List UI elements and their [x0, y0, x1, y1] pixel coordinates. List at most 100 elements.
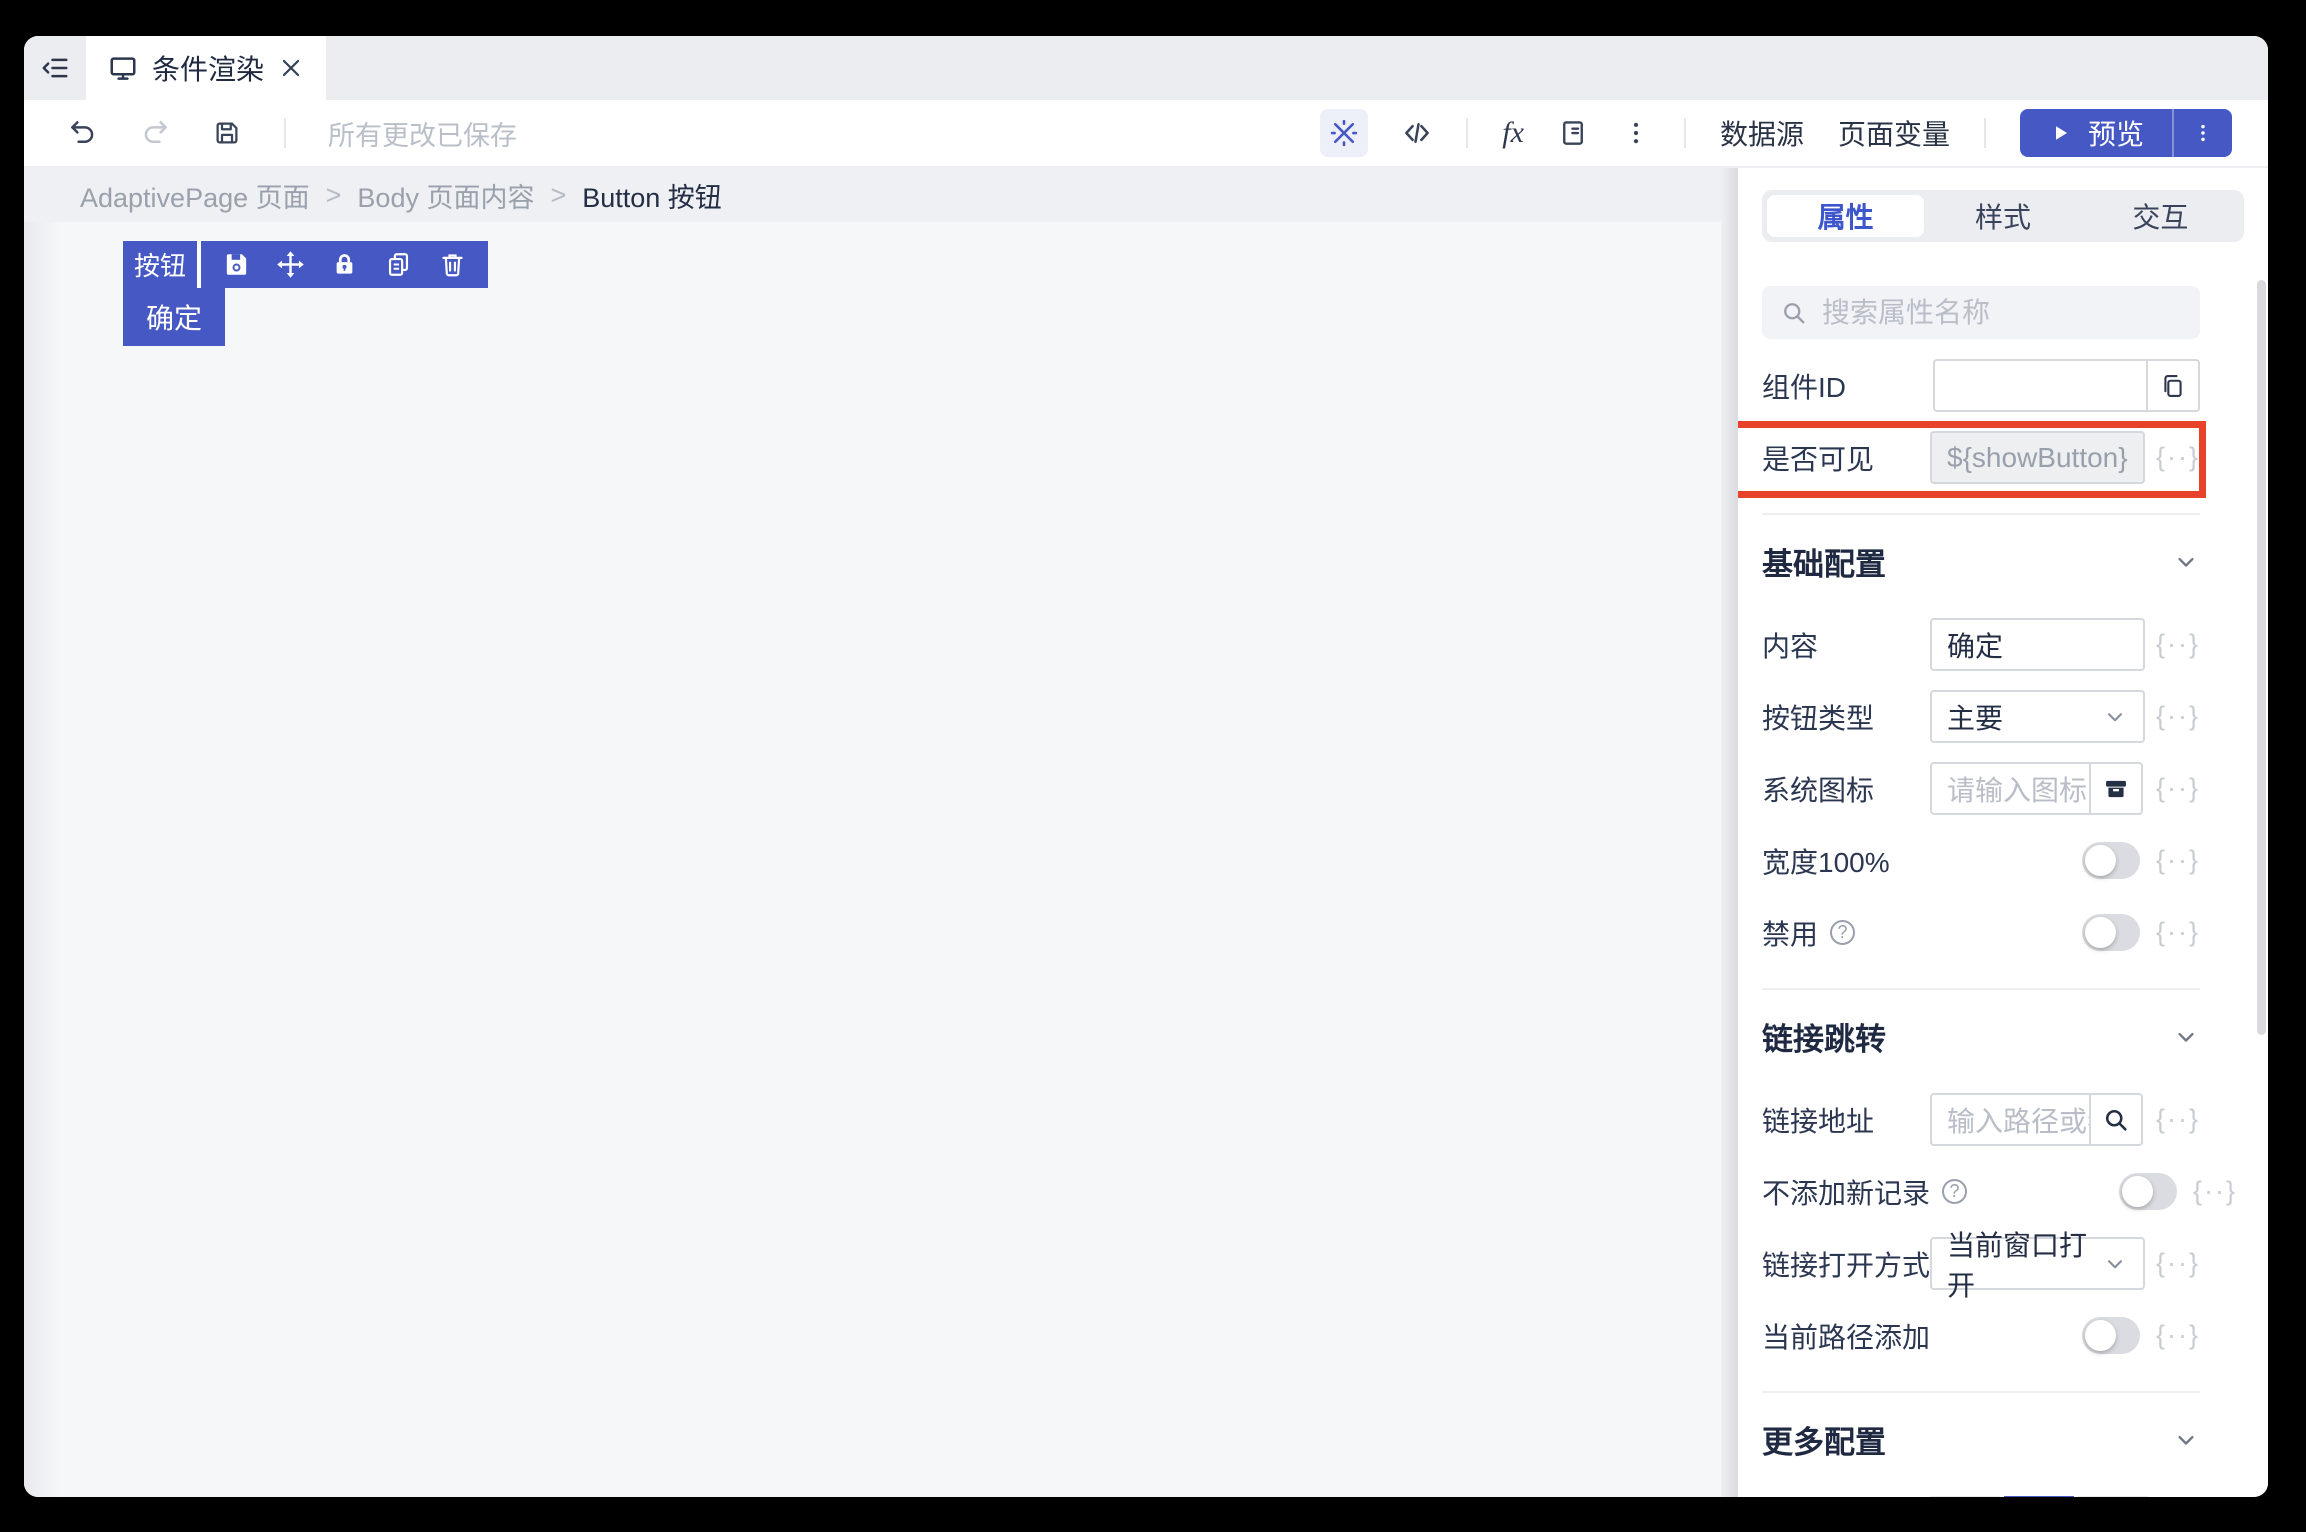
- disabled-toggle[interactable]: [2082, 914, 2140, 951]
- chevron-down-icon: [2102, 1251, 2128, 1277]
- field-control: 请输入图标: [1930, 762, 2200, 815]
- search-input[interactable]: [1822, 297, 2182, 329]
- field-label: 不添加新记录 ?: [1762, 1172, 1967, 1212]
- content-input[interactable]: 确定: [1930, 618, 2145, 671]
- section-divider: [1762, 1391, 2200, 1393]
- section-link-header[interactable]: 链接跳转: [1762, 1014, 2200, 1059]
- breadcrumb: AdaptivePage 页面 > Body 页面内容 > Button 按钮: [24, 168, 1721, 222]
- bind-variable-icon[interactable]: {··}: [2156, 845, 2200, 876]
- close-icon[interactable]: [278, 55, 304, 81]
- outline-button[interactable]: [1558, 118, 1588, 148]
- field-label: 链接地址: [1762, 1100, 1930, 1140]
- field-label: 组件ID: [1762, 366, 1930, 406]
- redo-button[interactable]: [140, 118, 170, 148]
- more-tools-button[interactable]: [1622, 119, 1650, 147]
- bind-variable-icon[interactable]: {··}: [2156, 1248, 2200, 1279]
- copy-id-button[interactable]: [2146, 359, 2200, 412]
- chevron-down-icon[interactable]: [2172, 1426, 2200, 1454]
- document-list-icon: [1558, 118, 1588, 148]
- section-title: 链接跳转: [1762, 1014, 1886, 1059]
- section-more-header[interactable]: 更多配置: [1762, 1417, 2200, 1462]
- tab-style[interactable]: 样式: [1924, 195, 2081, 237]
- field-label-text: 禁用: [1762, 913, 1818, 953]
- kebab-icon: [2192, 122, 2214, 144]
- size-option-large[interactable]: 大: [1930, 1496, 2000, 1497]
- panel-scrollbar[interactable]: [2257, 280, 2266, 1035]
- move-icon[interactable]: [276, 250, 305, 279]
- bind-variable-icon[interactable]: {··}: [2193, 1176, 2237, 1207]
- panel-resize-handle[interactable]: [1721, 168, 1738, 1497]
- field-control: 大 中 小 {··}: [1930, 1496, 2200, 1497]
- visible-expression-input[interactable]: ${showButton}: [1930, 431, 2145, 484]
- system-icon-group: 请输入图标: [1930, 762, 2145, 815]
- function-button[interactable]: fx: [1502, 116, 1524, 150]
- row-append-path: 当前路径添加 {··}: [1762, 1309, 2200, 1362]
- section-divider: [1762, 988, 2200, 990]
- sidebar-collapse-button[interactable]: [24, 36, 86, 100]
- field-label: 系统图标: [1762, 769, 1930, 809]
- design-mode-button[interactable]: [1320, 109, 1368, 157]
- size-option-small[interactable]: 小: [2078, 1496, 2148, 1497]
- datasource-button[interactable]: 数据源: [1720, 113, 1804, 153]
- canvas-button-component[interactable]: 确定: [123, 288, 225, 346]
- help-icon[interactable]: ?: [1942, 1179, 1967, 1204]
- toolbar-divider: [1466, 118, 1468, 148]
- link-search-button[interactable]: [2089, 1093, 2143, 1146]
- duplicate-icon[interactable]: [384, 250, 413, 279]
- bind-variable-icon[interactable]: {··}: [2156, 1320, 2200, 1351]
- tab-conditional-render[interactable]: 条件渲染: [86, 36, 326, 100]
- system-icon-placeholder: 请输入图标: [1947, 769, 2087, 809]
- bind-variable-icon[interactable]: {··}: [2156, 701, 2200, 732]
- bind-variable-icon[interactable]: {··}: [2156, 773, 2200, 804]
- design-canvas[interactable]: 按钮: [24, 222, 1721, 1497]
- icon-library-icon: [2102, 775, 2130, 803]
- monitor-icon: [108, 53, 138, 83]
- row-visible: 是否可见 ${showButton} {··}: [1762, 431, 2200, 484]
- preview-button-main[interactable]: 预览: [2020, 109, 2172, 157]
- page-variables-button[interactable]: 页面变量: [1838, 113, 1950, 153]
- bind-variable-icon[interactable]: {··}: [2156, 629, 2200, 660]
- undo-button[interactable]: [68, 118, 98, 148]
- button-type-select[interactable]: 主要: [1930, 690, 2145, 743]
- link-target-select[interactable]: 当前窗口打开: [1930, 1237, 2145, 1290]
- selection-toolbar: 按钮: [123, 241, 488, 288]
- source-code-button[interactable]: [1402, 118, 1432, 148]
- property-search[interactable]: [1762, 286, 2200, 339]
- properties-panel: 属性 样式 交互 组件ID: [1738, 168, 2268, 1497]
- save-button[interactable]: [212, 118, 242, 148]
- field-label: 是否可见: [1762, 438, 1930, 478]
- breadcrumb-item-body[interactable]: Body 页面内容: [357, 176, 534, 215]
- help-icon[interactable]: ?: [1830, 920, 1855, 945]
- breadcrumb-item-button[interactable]: Button 按钮: [582, 176, 722, 215]
- menu-fold-icon: [40, 53, 70, 83]
- append-path-toggle[interactable]: [2082, 1317, 2140, 1354]
- lock-icon[interactable]: [330, 250, 359, 279]
- component-id-input[interactable]: [1950, 370, 2131, 402]
- size-option-medium[interactable]: 中: [2004, 1496, 2074, 1497]
- chevron-down-icon[interactable]: [2172, 1023, 2200, 1051]
- field-control: 主要 {··}: [1930, 690, 2200, 743]
- chevron-down-icon[interactable]: [2172, 548, 2200, 576]
- no-new-record-toggle[interactable]: [2119, 1173, 2177, 1210]
- preview-button[interactable]: 预览: [2020, 109, 2232, 157]
- preview-more-button[interactable]: [2172, 109, 2232, 157]
- system-icon-input[interactable]: 请输入图标: [1930, 762, 2089, 815]
- tab-interaction[interactable]: 交互: [2082, 195, 2239, 237]
- link-url-input[interactable]: 输入路径或者: [1930, 1093, 2089, 1146]
- width-full-toggle[interactable]: [2082, 842, 2140, 879]
- bind-variable-icon[interactable]: {··}: [2156, 917, 2200, 948]
- tab-properties[interactable]: 属性: [1767, 195, 1924, 237]
- delete-icon[interactable]: [438, 250, 467, 279]
- save-component-icon[interactable]: [222, 250, 251, 279]
- bind-variable-icon[interactable]: {··}: [2156, 442, 2200, 473]
- toolbar: 所有更改已保存: [24, 100, 2268, 168]
- link-url-group: 输入路径或者: [1930, 1093, 2145, 1146]
- icon-picker-button[interactable]: [2089, 762, 2143, 815]
- panel-tabs: 属性 样式 交互: [1762, 190, 2244, 242]
- section-title: 基础配置: [1762, 539, 1886, 584]
- row-component-id: 组件ID: [1762, 359, 2200, 412]
- section-basic-header[interactable]: 基础配置: [1762, 539, 2200, 584]
- breadcrumb-item-page[interactable]: AdaptivePage 页面: [80, 176, 310, 215]
- undo-icon: [68, 118, 98, 148]
- bind-variable-icon[interactable]: {··}: [2156, 1104, 2200, 1135]
